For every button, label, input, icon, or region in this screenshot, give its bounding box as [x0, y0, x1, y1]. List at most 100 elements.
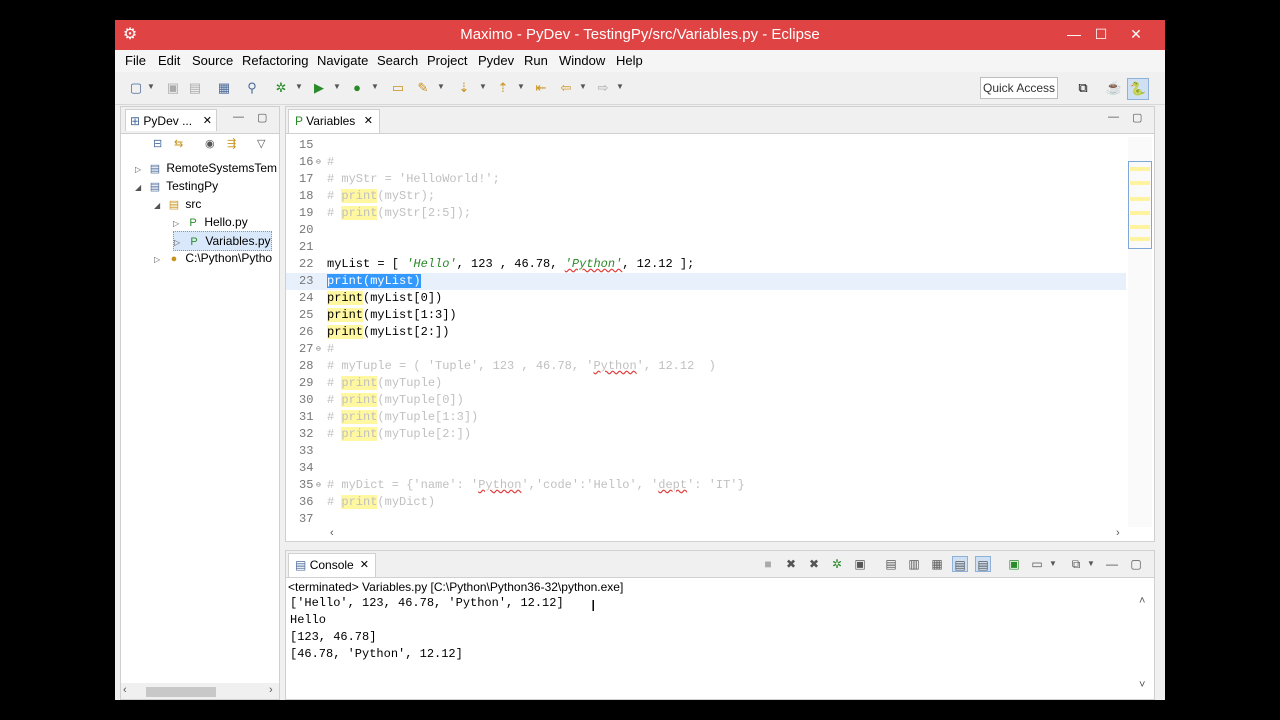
code-line[interactable]: 20: [286, 222, 1126, 239]
code-line[interactable]: 27 ⊖ #: [286, 341, 1126, 358]
pin-console-icon[interactable]: ▣: [852, 556, 868, 572]
menu-file[interactable]: File: [125, 53, 146, 68]
scrollbar-thumb[interactable]: [146, 687, 216, 697]
back-dropdown-icon[interactable]: ▼: [579, 82, 587, 91]
remove-launch-icon[interactable]: ✖: [783, 556, 799, 572]
forward-icon[interactable]: ⇨: [595, 80, 611, 96]
filter-icon[interactable]: ◉: [205, 137, 215, 150]
overview-ruler[interactable]: [1128, 137, 1152, 527]
console-output[interactable]: ['Hello', 123, 46.78, 'Python', 12.12] He…: [290, 595, 1140, 663]
scroll-up-icon[interactable]: ˄: [1139, 595, 1145, 607]
debug-console-icon[interactable]: ✲: [829, 556, 845, 572]
new-icon[interactable]: ▢: [128, 80, 144, 96]
display-console-dropdown-icon[interactable]: ▼: [1049, 559, 1057, 568]
collapse-arrow-icon[interactable]: ◢: [135, 179, 147, 197]
menu-pydev[interactable]: Pydev: [478, 53, 514, 68]
code-line[interactable]: 23 print(myList): [286, 273, 1126, 290]
code-line[interactable]: 16 ⊖ #: [286, 154, 1126, 171]
minimize-console-icon[interactable]: —: [1104, 556, 1120, 572]
code-line[interactable]: 22 myList = [ 'Hello', 123 , 46.78, 'Pyth…: [286, 256, 1126, 273]
forward-dropdown-icon[interactable]: ▼: [616, 82, 624, 91]
menu-project[interactable]: Project: [427, 53, 467, 68]
code-line[interactable]: 17 # myStr = 'HelloWorld!';: [286, 171, 1126, 188]
code-line[interactable]: 24 print(myList[0]): [286, 290, 1126, 307]
code-line[interactable]: 19 # print(myStr[2:5]);: [286, 205, 1126, 222]
tree-item-src[interactable]: ◢ ▤ src: [154, 195, 201, 213]
editor-horizontal-scrollbar[interactable]: ‹ ›: [316, 527, 1120, 541]
code-line[interactable]: 29 # print(myTuple): [286, 375, 1126, 392]
quick-access-field[interactable]: Quick Access: [980, 77, 1058, 99]
menu-help[interactable]: Help: [616, 53, 643, 68]
open-console-icon[interactable]: ▣: [1006, 556, 1022, 572]
fold-toggle-icon[interactable]: ⊖: [316, 341, 321, 358]
code-line[interactable]: 25 print(myList[1:3]): [286, 307, 1126, 324]
link-with-editor-icon[interactable]: ⇆: [174, 137, 183, 150]
display-console-icon[interactable]: ▭: [1029, 556, 1045, 572]
new-dropdown-icon[interactable]: ▼: [147, 82, 155, 91]
maximize-view-icon[interactable]: ▢: [257, 111, 267, 124]
code-line[interactable]: 31 # print(myTuple[1:3]): [286, 409, 1126, 426]
collapse-arrow-icon[interactable]: ◢: [154, 197, 166, 215]
clear-console-icon[interactable]: ▤: [883, 556, 899, 572]
scroll-right-icon[interactable]: ›: [269, 684, 273, 696]
tab-variables[interactable]: P Variables ✕: [288, 109, 380, 133]
new-console-icon[interactable]: ⧉: [1068, 556, 1084, 572]
tree-item-testingpy[interactable]: ◢ ▤ TestingPy: [135, 177, 218, 195]
tree-item-python-interpreter[interactable]: ▷ ● C:\Python\Pytho: [154, 249, 272, 267]
word-wrap-icon[interactable]: ▦: [929, 556, 945, 572]
pencil-dropdown-icon[interactable]: ▼: [437, 82, 445, 91]
tab-console[interactable]: ▤ Console ✕: [288, 553, 376, 577]
scroll-down-icon[interactable]: ˅: [1139, 679, 1145, 691]
close-button[interactable]: ✕: [1124, 24, 1148, 44]
run-dropdown-icon[interactable]: ▼: [333, 82, 341, 91]
search-icon[interactable]: ⚲: [244, 80, 260, 96]
run-icon[interactable]: ▶: [311, 80, 327, 96]
tree-item-variables-py[interactable]: ▷ P Variables.py: [173, 231, 272, 251]
code-line[interactable]: 33: [286, 443, 1126, 460]
explorer-horizontal-scrollbar[interactable]: ‹ ›: [121, 683, 279, 699]
scroll-right-icon[interactable]: ›: [1116, 527, 1120, 539]
tree-item-hello-py[interactable]: ▷ P Hello.py: [173, 213, 248, 231]
console-view-icon[interactable]: ▦: [216, 80, 232, 96]
show-on-stderr-icon[interactable]: ▤: [975, 556, 991, 572]
last-edit-icon[interactable]: ⇤: [533, 80, 549, 96]
next-annotation-dropdown-icon[interactable]: ▼: [479, 82, 487, 91]
external-tools-icon[interactable]: ●: [349, 80, 365, 96]
code-line[interactable]: 32 # print(myTuple[2:]): [286, 426, 1126, 443]
tab-pydev-explorer[interactable]: ⊞ PyDev ... ✕: [125, 109, 217, 131]
code-line[interactable]: 28 # myTuple = ( 'Tuple', 123 , 46.78, 'P…: [286, 358, 1126, 375]
maximize-button[interactable]: ☐: [1089, 24, 1113, 44]
open-folder-icon[interactable]: ▭: [390, 80, 406, 96]
pydev-perspective-icon[interactable]: 🐍: [1127, 78, 1149, 100]
overview-viewport[interactable]: [1128, 161, 1152, 249]
menu-run[interactable]: Run: [524, 53, 548, 68]
scroll-left-icon[interactable]: ‹: [330, 527, 334, 539]
code-area[interactable]: 15 16 ⊖ #17 # myStr = 'HelloWorld!'; 18 # prin…: [286, 137, 1126, 527]
code-line[interactable]: 26 print(myList[2:]): [286, 324, 1126, 341]
code-line[interactable]: 34: [286, 460, 1126, 477]
menu-window[interactable]: Window: [559, 53, 605, 68]
minimize-editor-icon[interactable]: —: [1108, 111, 1119, 123]
collapse-all-icon[interactable]: ⊟: [153, 137, 162, 150]
scroll-left-icon[interactable]: ‹: [123, 684, 127, 696]
menu-edit[interactable]: Edit: [158, 53, 180, 68]
next-annotation-icon[interactable]: ⇣: [456, 80, 472, 96]
expand-arrow-icon[interactable]: ▷: [154, 251, 166, 269]
fold-toggle-icon[interactable]: ⊖: [316, 154, 321, 171]
close-tab-icon[interactable]: ✕: [364, 110, 373, 132]
save-all-icon[interactable]: ▤: [187, 80, 203, 96]
fold-toggle-icon[interactable]: ⊖: [316, 477, 321, 494]
close-tab-icon[interactable]: ✕: [203, 110, 212, 132]
maximize-console-icon[interactable]: ▢: [1128, 556, 1144, 572]
menu-source[interactable]: Source: [192, 53, 233, 68]
code-line[interactable]: 36 # print(myDict): [286, 494, 1126, 511]
open-perspective-icon[interactable]: ⧉: [1073, 78, 1093, 98]
save-icon[interactable]: ▣: [165, 80, 181, 96]
code-line[interactable]: 35 ⊖ # myDict = {'name': 'Python','code':'…: [286, 477, 1126, 494]
show-on-stdout-icon[interactable]: ▤: [952, 556, 968, 572]
code-line[interactable]: 30 # print(myTuple[0]): [286, 392, 1126, 409]
back-icon[interactable]: ⇦: [558, 80, 574, 96]
tree-item-remotesystemstem[interactable]: ▷ ▤ RemoteSystemsTem: [135, 159, 277, 177]
prev-annotation-dropdown-icon[interactable]: ▼: [517, 82, 525, 91]
maximize-editor-icon[interactable]: ▢: [1132, 111, 1142, 124]
